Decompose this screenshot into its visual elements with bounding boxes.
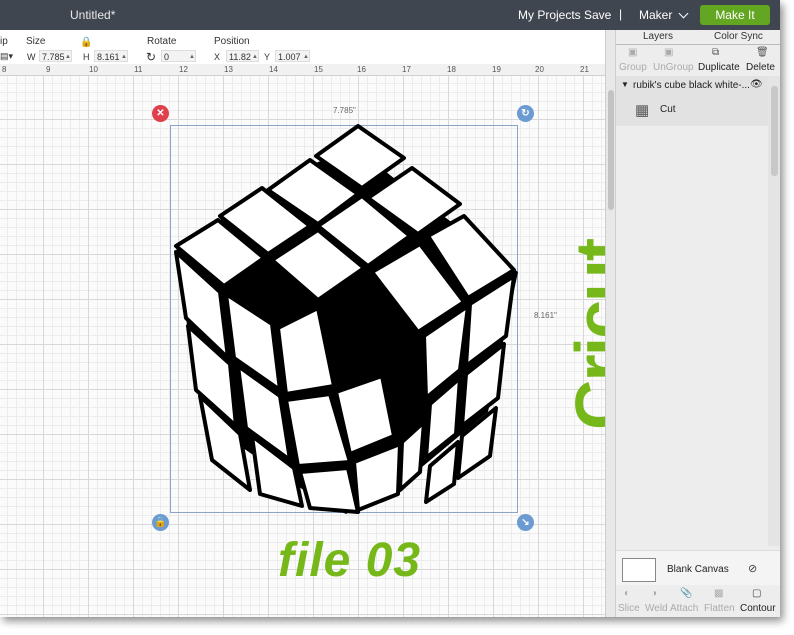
resize-handle-icon[interactable]: ↘ bbox=[517, 514, 534, 531]
expand-icon[interactable]: ▼ bbox=[621, 80, 629, 89]
layer-operation: Cut bbox=[660, 104, 676, 115]
ungroup-icon: ▣ bbox=[664, 47, 674, 58]
height-dimension: 8.161" bbox=[534, 311, 557, 320]
group-icon: ▣ bbox=[628, 47, 638, 58]
layers-panel: Layers Color Sync ▣ Group ▣ UnGroup ⧉ Du… bbox=[615, 30, 780, 617]
lock-handle-icon[interactable]: 🔒 bbox=[152, 514, 169, 531]
width-stepper-icon[interactable]: ▲ bbox=[65, 51, 71, 63]
rotate-handle-icon[interactable]: ↻ bbox=[517, 105, 534, 122]
ruler-tick: 16 bbox=[357, 65, 366, 74]
tab-color-sync[interactable]: Color Sync bbox=[714, 31, 763, 42]
x-label: X bbox=[214, 52, 221, 62]
x-input[interactable]: 11.82 ▲ bbox=[226, 50, 259, 62]
top-bar: Untitled* My Projects Save | Maker Make … bbox=[0, 0, 780, 30]
lock-icon[interactable]: 🔒 bbox=[80, 37, 92, 48]
canvas-swatch[interactable] bbox=[622, 558, 656, 582]
eye-icon[interactable]: 👁 bbox=[750, 79, 763, 90]
slice-icon: ◐ bbox=[624, 588, 631, 599]
group-button[interactable]: Group bbox=[619, 62, 647, 73]
height-value: 8.161 bbox=[97, 52, 120, 62]
flip-label: ip bbox=[0, 36, 8, 47]
ruler-tick: 18 bbox=[447, 65, 456, 74]
position-label: Position bbox=[214, 36, 250, 47]
canvas-scroll-thumb[interactable] bbox=[608, 90, 614, 210]
width-label: W bbox=[27, 52, 36, 62]
flip-icon[interactable]: ▤▾ bbox=[0, 51, 13, 62]
ruler-tick: 13 bbox=[224, 65, 233, 74]
attach-button[interactable]: Attach bbox=[670, 603, 698, 614]
y-input[interactable]: 1.007 ▲ bbox=[275, 50, 310, 62]
tab-layers[interactable]: Layers bbox=[643, 31, 673, 42]
ruler-tick: 8 bbox=[2, 65, 7, 74]
width-input[interactable]: 7.785 ▲ bbox=[39, 50, 72, 62]
document-title: Untitled* bbox=[70, 8, 116, 22]
weld-button[interactable]: Weld bbox=[645, 603, 668, 614]
machine-select[interactable]: Maker bbox=[639, 8, 689, 22]
delete-icon: 🗑 bbox=[756, 47, 769, 58]
slice-button[interactable]: Slice bbox=[618, 603, 640, 614]
cube-thumbnail-icon: ▦ bbox=[635, 102, 650, 119]
y-value: 1.007 bbox=[278, 52, 301, 62]
height-input[interactable]: 8.161 ▲ bbox=[94, 50, 128, 62]
make-it-button[interactable]: Make It bbox=[700, 5, 770, 25]
ruler-tick: 10 bbox=[89, 65, 98, 74]
rotate-input[interactable]: 0 ▲ bbox=[161, 50, 196, 62]
edit-toolbar: ip ▤▾ Size W 7.785 ▲ 🔒 H 8.161 ▲ Rotate ↻ … bbox=[0, 30, 615, 65]
layer-item[interactable]: ▼ rubik's cube black white-... 👁 bbox=[616, 76, 768, 96]
bottom-actions: ◐ Slice ◑ Weld 📎 Attach ▩ Flatten ▢ Cont… bbox=[616, 586, 780, 617]
layers-scrollbar[interactable] bbox=[768, 76, 780, 546]
x-value: 11.82 bbox=[229, 52, 251, 62]
flatten-button[interactable]: Flatten bbox=[704, 603, 735, 614]
attach-icon: 📎 bbox=[680, 588, 693, 599]
ungroup-button[interactable]: UnGroup bbox=[653, 62, 694, 73]
ruler-tick: 9 bbox=[46, 65, 51, 74]
machine-label: Maker bbox=[639, 8, 673, 22]
duplicate-button[interactable]: Duplicate bbox=[698, 62, 740, 73]
ruler-tick: 12 bbox=[179, 65, 188, 74]
horizontal-ruler: 8 9 10 11 12 13 14 15 16 17 18 19 20 21 bbox=[0, 64, 605, 76]
my-projects-link[interactable]: My Projects bbox=[518, 8, 581, 22]
delete-button[interactable]: Delete bbox=[746, 62, 775, 73]
y-label: Y bbox=[264, 52, 271, 62]
file-label: file 03 bbox=[278, 534, 422, 587]
rotate-value: 0 bbox=[164, 52, 170, 62]
width-value: 7.785 bbox=[42, 52, 65, 62]
ruler-tick: 14 bbox=[269, 65, 278, 74]
ruler-tick: 21 bbox=[580, 65, 589, 74]
height-stepper-icon[interactable]: ▲ bbox=[121, 51, 127, 63]
width-dimension: 7.785" bbox=[333, 106, 356, 115]
weld-icon: ◑ bbox=[651, 588, 658, 599]
chevron-down-icon bbox=[678, 8, 689, 19]
ruler-tick: 20 bbox=[535, 65, 544, 74]
ruler-tick: 19 bbox=[492, 65, 501, 74]
separator: | bbox=[619, 7, 623, 21]
app-window: Untitled* My Projects Save | Maker Make … bbox=[0, 0, 780, 617]
height-label: H bbox=[83, 52, 90, 62]
rubiks-cube-image[interactable] bbox=[168, 122, 518, 517]
contour-button[interactable]: Contour bbox=[740, 603, 776, 614]
layers-scroll-thumb[interactable] bbox=[771, 86, 778, 176]
layer-subitem[interactable]: ▦ Cut bbox=[616, 96, 768, 126]
rotate-icon: ↻ bbox=[146, 50, 157, 64]
size-label: Size bbox=[26, 36, 46, 47]
hidden-eye-icon[interactable]: ⊘ bbox=[748, 562, 757, 575]
ruler-tick: 15 bbox=[314, 65, 323, 74]
y-stepper-icon[interactable]: ▲ bbox=[303, 51, 309, 63]
contour-icon: ▢ bbox=[752, 588, 762, 599]
duplicate-icon: ⧉ bbox=[712, 47, 720, 58]
ruler-tick: 17 bbox=[402, 65, 411, 74]
ruler-tick: 11 bbox=[134, 65, 143, 74]
panel-tabs: Layers Color Sync bbox=[616, 30, 780, 44]
rotate-stepper-icon[interactable]: ▲ bbox=[189, 51, 195, 63]
rotate-label: Rotate bbox=[147, 36, 177, 47]
layer-name: rubik's cube black white-... bbox=[633, 80, 750, 91]
save-link[interactable]: Save bbox=[584, 8, 611, 22]
layer-actions: ▣ Group ▣ UnGroup ⧉ Duplicate 🗑 Delete bbox=[616, 45, 780, 75]
x-stepper-icon[interactable]: ▲ bbox=[252, 51, 258, 63]
blank-canvas-row[interactable]: Blank Canvas ⊘ bbox=[616, 550, 780, 585]
delete-handle-icon[interactable]: ✕ bbox=[152, 105, 169, 122]
flatten-icon: ▩ bbox=[714, 588, 724, 599]
blank-canvas-label: Blank Canvas bbox=[667, 564, 729, 575]
